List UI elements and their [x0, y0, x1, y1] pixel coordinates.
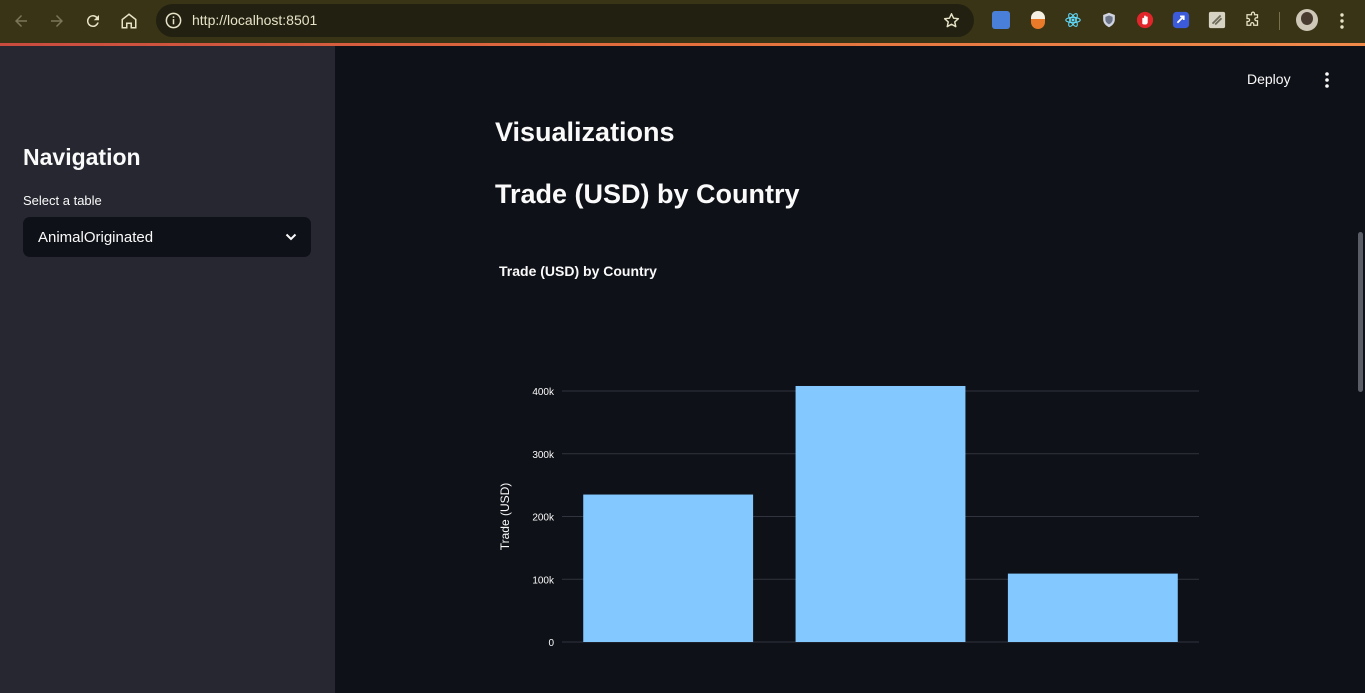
chart-canvas: 0100k200k300k400kAlbaniaAlgeriaAndorraCo… — [498, 385, 1199, 649]
hand-blocker-icon[interactable] — [1136, 11, 1154, 29]
sidebar-title: Navigation — [23, 144, 141, 170]
forward-icon[interactable] — [45, 9, 69, 33]
bar-algeria — [795, 385, 966, 642]
page-title: Visualizations — [495, 117, 675, 147]
select-label: Select a table — [23, 193, 102, 208]
toolbar-divider — [1279, 12, 1280, 30]
y-tick-label: 200k — [532, 513, 555, 524]
back-icon[interactable] — [9, 9, 33, 33]
profile-avatar[interactable] — [1296, 9, 1318, 31]
y-axis-label: Trade (USD) — [498, 483, 512, 551]
bar-chart: Trade (USD) by Country 0 100k 200k 300k 400k… — [495, 256, 1215, 656]
y-tick-label: 100k — [532, 575, 555, 586]
home-icon[interactable] — [117, 9, 141, 33]
bar-albania — [583, 494, 754, 642]
y-tick-label: 300k — [532, 450, 555, 461]
blue-arrow-icon[interactable] — [1172, 11, 1190, 29]
google-translate-icon[interactable] — [992, 11, 1010, 29]
browser-toolbar: http://localhost:8501 — [0, 0, 1365, 43]
chevron-down-icon — [285, 233, 297, 241]
deploy-button[interactable]: Deploy — [1247, 71, 1291, 87]
browser-menu-icon[interactable] — [1334, 11, 1350, 31]
bookmark-star-icon[interactable] — [942, 11, 961, 30]
table-select-value: AnimalOriginated — [38, 229, 154, 246]
shield-icon[interactable] — [1100, 11, 1118, 29]
y-tick-label: 400k — [532, 387, 555, 398]
scrollbar[interactable] — [1358, 232, 1363, 392]
sidebar: Navigation Select a table AnimalOriginat… — [0, 46, 335, 693]
grey-extension-icon[interactable] — [1208, 11, 1226, 29]
address-bar[interactable]: http://localhost:8501 — [156, 4, 974, 37]
section-title: Trade (USD) by Country — [495, 179, 800, 209]
url-text: http://localhost:8501 — [192, 12, 318, 28]
react-devtools-icon[interactable] — [1064, 11, 1082, 29]
table-select[interactable]: AnimalOriginated — [23, 217, 311, 257]
main-content: Deploy Visualizations Trade (USD) by Cou… — [335, 46, 1365, 693]
site-info-icon[interactable] — [164, 11, 183, 30]
reload-icon[interactable] — [81, 9, 105, 33]
y-tick-label: 0 — [548, 638, 554, 649]
bar-andorra — [1007, 573, 1178, 642]
main-menu-icon[interactable] — [1319, 70, 1335, 90]
puzzle-icon[interactable] — [1244, 11, 1262, 29]
orange-pill-icon[interactable] — [1031, 11, 1045, 29]
